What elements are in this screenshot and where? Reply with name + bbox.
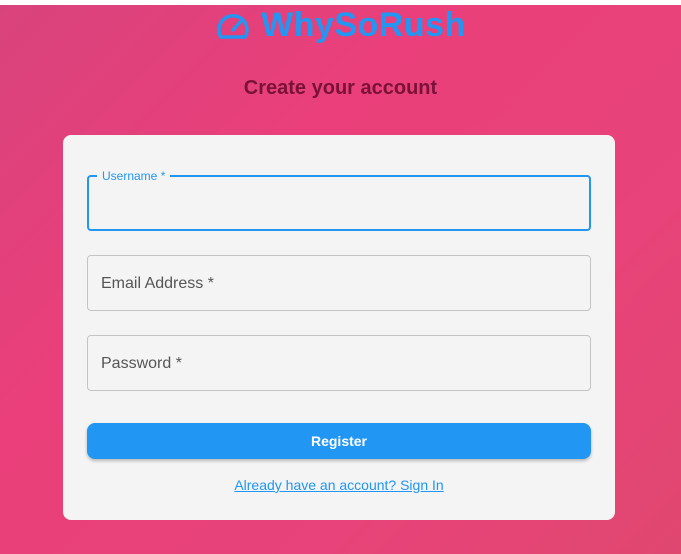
speedometer-icon <box>217 14 249 39</box>
signin-link[interactable]: Already have an account? Sign In <box>234 477 443 493</box>
signin-link-container: Already have an account? Sign In <box>63 477 615 493</box>
register-button[interactable]: Register <box>87 423 591 459</box>
email-input[interactable] <box>100 272 574 296</box>
page-title: Create your account <box>243 77 438 99</box>
email-field[interactable]: Email Address * <box>87 255 591 311</box>
password-input[interactable] <box>100 352 574 376</box>
username-label: Username * <box>97 169 171 183</box>
password-field[interactable]: Password * <box>87 335 591 391</box>
brand-name: WhySoRush <box>261 6 466 44</box>
username-input[interactable] <box>101 193 575 217</box>
username-field[interactable]: Username * <box>87 169 591 231</box>
register-card: Username * Email Address * Password * Re… <box>63 135 615 520</box>
brand-header: WhySoRush <box>0 4 681 46</box>
